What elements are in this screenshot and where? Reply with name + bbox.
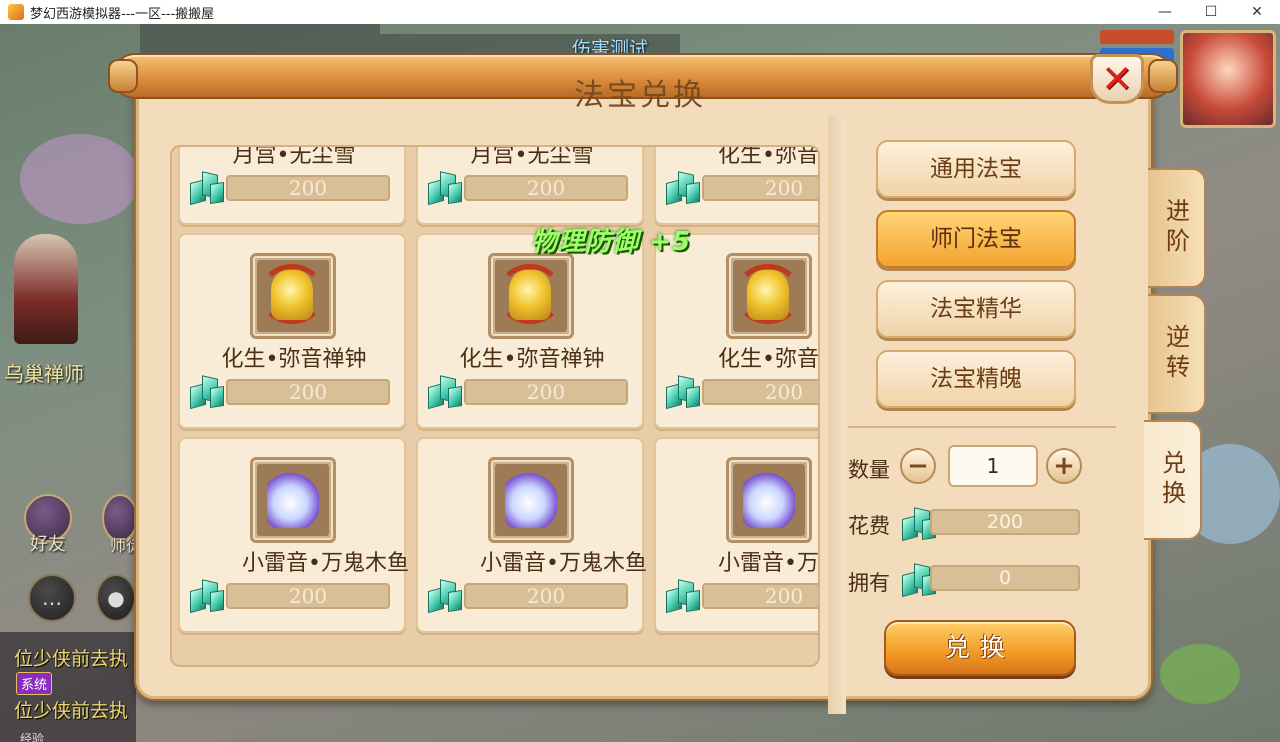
system-tag: 系统 [16, 672, 53, 695]
tab-reverse[interactable]: 逆转 [1148, 294, 1206, 414]
item-price: 200 [464, 583, 628, 609]
item-price: 200 [226, 175, 390, 201]
quantity-field[interactable]: 1 [948, 445, 1038, 487]
item-card[interactable]: 月宫•无尘雪 200 [178, 145, 406, 225]
panel-divider [828, 116, 846, 714]
quantity-label: 数量 [848, 458, 890, 482]
owned-label: 拥有 [848, 571, 890, 595]
category-essence-button[interactable]: 法宝精华 [876, 280, 1076, 338]
jade-currency-icon [188, 579, 226, 614]
item-card[interactable]: 化生•弥音禅钟 200 [654, 233, 819, 429]
microphone-icon[interactable]: ● [96, 574, 136, 622]
exp-label: 经验 [20, 732, 45, 742]
chat-line: 位少侠前去执 [14, 648, 129, 670]
cost-value: 200 [930, 509, 1080, 535]
golden-bell-icon [250, 253, 336, 339]
item-price: 200 [702, 175, 818, 201]
item-card[interactable]: 小雷音•万鬼木鱼 200 [654, 437, 819, 633]
item-price: 200 [226, 583, 390, 609]
window-title: 梦幻西游模拟器---一区---搬搬屋 [30, 6, 215, 22]
jade-currency-icon [664, 171, 702, 206]
item-card[interactable]: 化生•弥音禅钟 200 [654, 145, 819, 225]
item-price: 200 [702, 379, 818, 405]
plus-icon: + [1053, 451, 1075, 481]
item-name: 月宫•无尘雪 [470, 145, 594, 168]
item-name: 化生•弥音禅钟 [718, 347, 819, 372]
jade-currency-icon [188, 375, 226, 410]
npc-sprite[interactable] [14, 234, 78, 344]
jade-currency-icon [664, 375, 702, 410]
category-general-button[interactable]: 通用法宝 [876, 140, 1076, 198]
app-icon [8, 4, 24, 20]
item-name: 小雷音•万鬼木鱼 [718, 551, 819, 576]
item-card[interactable]: 月宫•无尘雪 200 [416, 145, 644, 225]
exchange-button[interactable]: 兑换 [884, 620, 1076, 676]
minimize-button[interactable]: — [1142, 0, 1188, 24]
maximize-button[interactable]: ☐ [1188, 0, 1234, 24]
item-name: 化生•弥音禅钟 [718, 145, 819, 168]
golden-bell-icon [726, 253, 812, 339]
close-button[interactable]: ✕ [1090, 54, 1144, 104]
window-close-button[interactable]: ✕ [1234, 0, 1280, 24]
golden-bell-icon [488, 253, 574, 339]
item-card[interactable]: 小雷音•万鬼木鱼 200 [178, 437, 408, 633]
item-card[interactable]: 化生•弥音禅钟 200 [178, 233, 406, 429]
decrease-quantity-button[interactable]: − [900, 448, 936, 484]
increase-quantity-button[interactable]: + [1046, 448, 1082, 484]
section-divider [848, 426, 1116, 428]
spirit-orb-icon [250, 457, 336, 543]
tab-exchange[interactable]: 兑换 [1144, 420, 1202, 540]
jade-currency-icon [426, 375, 464, 410]
item-price: 200 [226, 379, 390, 405]
jade-currency-icon [664, 579, 702, 614]
window-titlebar: 梦幻西游模拟器---一区---搬搬屋 — ☐ ✕ [0, 0, 1280, 24]
owned-value: 0 [930, 565, 1080, 591]
bg-tree [20, 134, 140, 224]
item-price: 200 [464, 175, 628, 201]
item-card[interactable]: 小雷音•万鬼木鱼 200 [416, 437, 646, 633]
category-soul-button[interactable]: 法宝精魄 [876, 350, 1076, 408]
npc-name: 乌巢禅师 [4, 362, 84, 386]
tab-advance[interactable]: 进阶 [1148, 168, 1206, 288]
hp-bar [1100, 30, 1174, 44]
jade-currency-icon [426, 171, 464, 206]
item-name: 小雷音•万鬼木鱼 [480, 551, 646, 576]
bg-balloon [1160, 644, 1240, 704]
cost-label: 花费 [848, 514, 890, 538]
item-price: 200 [464, 379, 628, 405]
chat-line: 位少侠前去执 [14, 700, 129, 722]
item-grid[interactable]: 月宫•无尘雪 200 月宫•无尘雪 200 化生•弥音禅钟 200 化生•弥音禅… [170, 145, 820, 667]
item-price: 200 [702, 583, 818, 609]
panel-title: 法宝兑换 [574, 78, 706, 113]
jade-currency-icon [426, 579, 464, 614]
spirit-orb-icon [726, 457, 812, 543]
item-name: 化生•弥音禅钟 [459, 347, 605, 372]
spirit-orb-icon [488, 457, 574, 543]
minus-icon: − [907, 451, 929, 481]
item-card[interactable]: 化生•弥音禅钟 200 [416, 233, 644, 429]
friends-label: 好友 [30, 534, 66, 555]
item-name: 化生•弥音禅钟 [221, 347, 367, 372]
item-name: 小雷音•万鬼木鱼 [242, 551, 408, 576]
jade-currency-icon [188, 171, 226, 206]
chat-bubble-icon[interactable]: … [28, 574, 76, 622]
floating-stat-text: 物理防御 +5 [531, 227, 691, 257]
close-icon: ✕ [1101, 57, 1133, 101]
item-name: 月宫•无尘雪 [232, 145, 356, 168]
category-school-button[interactable]: 师门法宝 [876, 210, 1076, 268]
